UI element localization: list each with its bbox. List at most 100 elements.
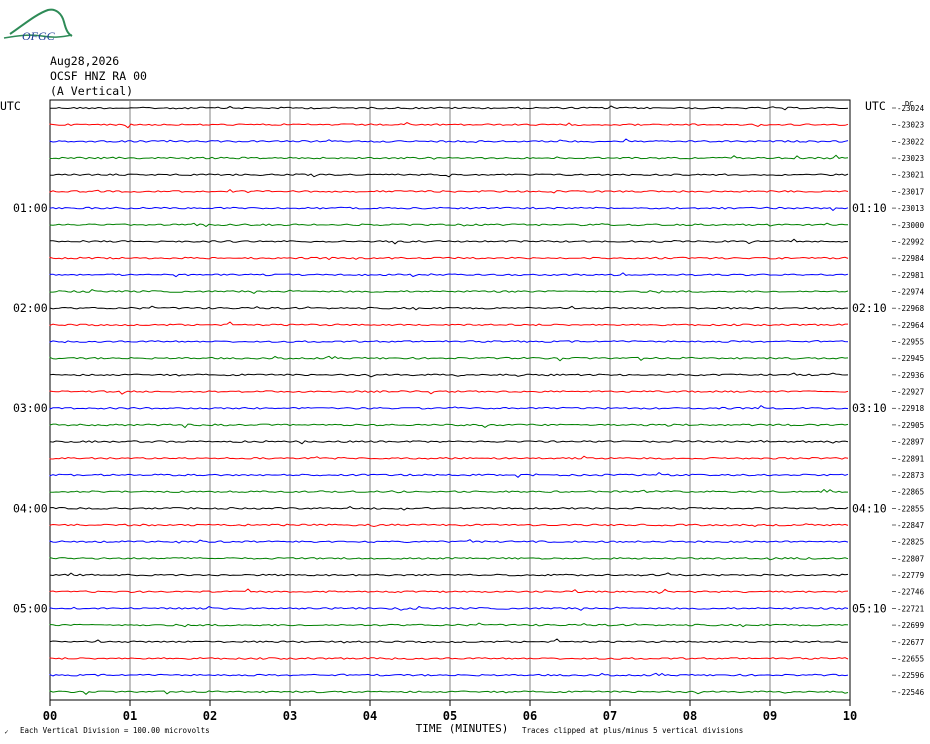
dc-offset-label: -23013 [897,204,924,213]
x-tick-label: 04 [363,709,377,723]
clip-note: Traces clipped at plus/minus 5 vertical … [522,726,743,735]
x-tick-label: 10 [843,709,857,723]
x-tick-label: 07 [603,709,617,723]
dc-offset-label: -22927 [897,388,924,397]
x-axis-title: TIME (MINUTES) [416,722,509,735]
seismic-trace [49,523,849,528]
dc-offset-label: -23023 [897,154,924,163]
seismic-trace [49,105,849,111]
dc-offset-label: -22945 [897,354,924,363]
dc-offset-label: -22825 [897,538,924,547]
dc-offset-label: -23022 [897,137,924,146]
dc-offset-label: -22865 [897,488,924,497]
seismic-trace [49,173,849,178]
seismic-trace [49,305,848,311]
seismic-trace [49,339,849,344]
dc-offset-label: -22596 [897,671,925,680]
dc-offset-label: -22891 [897,454,924,463]
dc-offset-label: -23021 [897,171,924,180]
left-hour-label: 02:00 [13,301,48,315]
seismic-trace [49,638,849,644]
right-hour-label: 05:10 [852,601,887,615]
x-tick-label: 09 [763,709,777,723]
dc-offset-label: -23017 [897,187,924,196]
right-hour-label: 02:10 [852,301,887,315]
seismic-trace [49,122,849,129]
seismic-trace [49,206,849,212]
right-hour-label: 04:10 [852,501,887,515]
dc-offset-label: -22655 [897,654,924,663]
dc-offset-label: -23023 [897,121,924,130]
right-hour-label: 03:10 [852,401,887,415]
seismic-trace [49,272,849,278]
seismic-trace [49,423,849,429]
seismic-trace [49,390,849,395]
left-hour-label: 04:00 [13,501,48,515]
dc-offset-label: -22897 [897,438,924,447]
seismic-trace [49,154,849,160]
seismic-trace [49,355,849,362]
dc-offset-label: -22981 [897,271,924,280]
dc-offset-label: -23000 [897,221,925,230]
left-hour-label: 05:00 [13,601,48,615]
seismic-trace [49,138,849,144]
dc-offset-label: -22974 [897,287,925,296]
x-tick-label: 01 [123,709,137,723]
seismic-trace [49,372,849,378]
left-hour-label: 03:00 [13,401,48,415]
dc-offset-label: -22807 [897,554,924,563]
scale-note: Each Vertical Division = 100.00 microvol… [20,726,210,735]
x-tick-label: 02 [203,709,217,723]
seismic-trace [49,588,849,594]
dc-offset-label: -22855 [897,504,924,513]
dc-offset-label: -22968 [897,304,925,313]
seismic-trace [49,455,849,460]
seismic-trace [49,506,849,511]
seismic-trace [49,657,849,661]
seismic-trace [49,539,849,544]
corner-glyph: ✓ [4,729,9,736]
dc-offset-label: -23024 [897,104,925,113]
seismic-trace [49,404,849,410]
dc-offset-label: -22984 [897,254,925,263]
x-tick-label: 08 [683,709,697,723]
x-tick-label: 06 [523,709,537,723]
seismic-trace [49,188,849,194]
left-hour-label: 01:00 [13,201,48,215]
seismic-trace [49,222,848,228]
x-tick-label: 03 [283,709,297,723]
dc-offset-label: -22918 [897,404,925,413]
dc-offset-label: -22936 [897,371,925,380]
dc-offset-label: -22905 [897,421,924,430]
seismic-trace [49,471,849,478]
seismic-trace [49,690,849,695]
left-utc-label: UTC [0,99,21,113]
seismic-trace [49,556,849,561]
dc-offset-label: -22746 [897,588,925,597]
seismic-trace [49,572,849,577]
dc-offset-label: -22847 [897,521,924,530]
dc-offset-label: -22699 [897,621,924,630]
dc-offset-label: -22677 [897,638,924,647]
dc-offset-label: -22546 [897,688,925,697]
seismic-trace [49,321,848,327]
dc-offset-label: -22964 [897,321,925,330]
dc-offset-label: -22721 [897,604,924,613]
seismic-trace [49,289,849,294]
seismic-trace [49,488,849,494]
seismic-trace [49,605,849,611]
dc-offset-label: -22779 [897,571,924,580]
right-hour-label: 01:10 [852,201,887,215]
seismic-trace [49,439,849,445]
dc-offset-label: -22955 [897,338,924,347]
seismic-trace [49,622,849,628]
seismic-trace [49,238,849,245]
seismic-trace [49,256,849,261]
dc-offset-label: -22873 [897,471,924,480]
helicorder-plot: 00 01 02 03 04 05 06 07 08 09 10 TIME (MINUTES) UTC U… [0,99,925,736]
right-utc-label: UTC [865,99,886,113]
x-tick-label: 05 [443,709,457,723]
seismic-trace [49,672,849,677]
x-tick-label: 00 [43,709,57,723]
dc-offset-label: -22992 [897,237,924,246]
